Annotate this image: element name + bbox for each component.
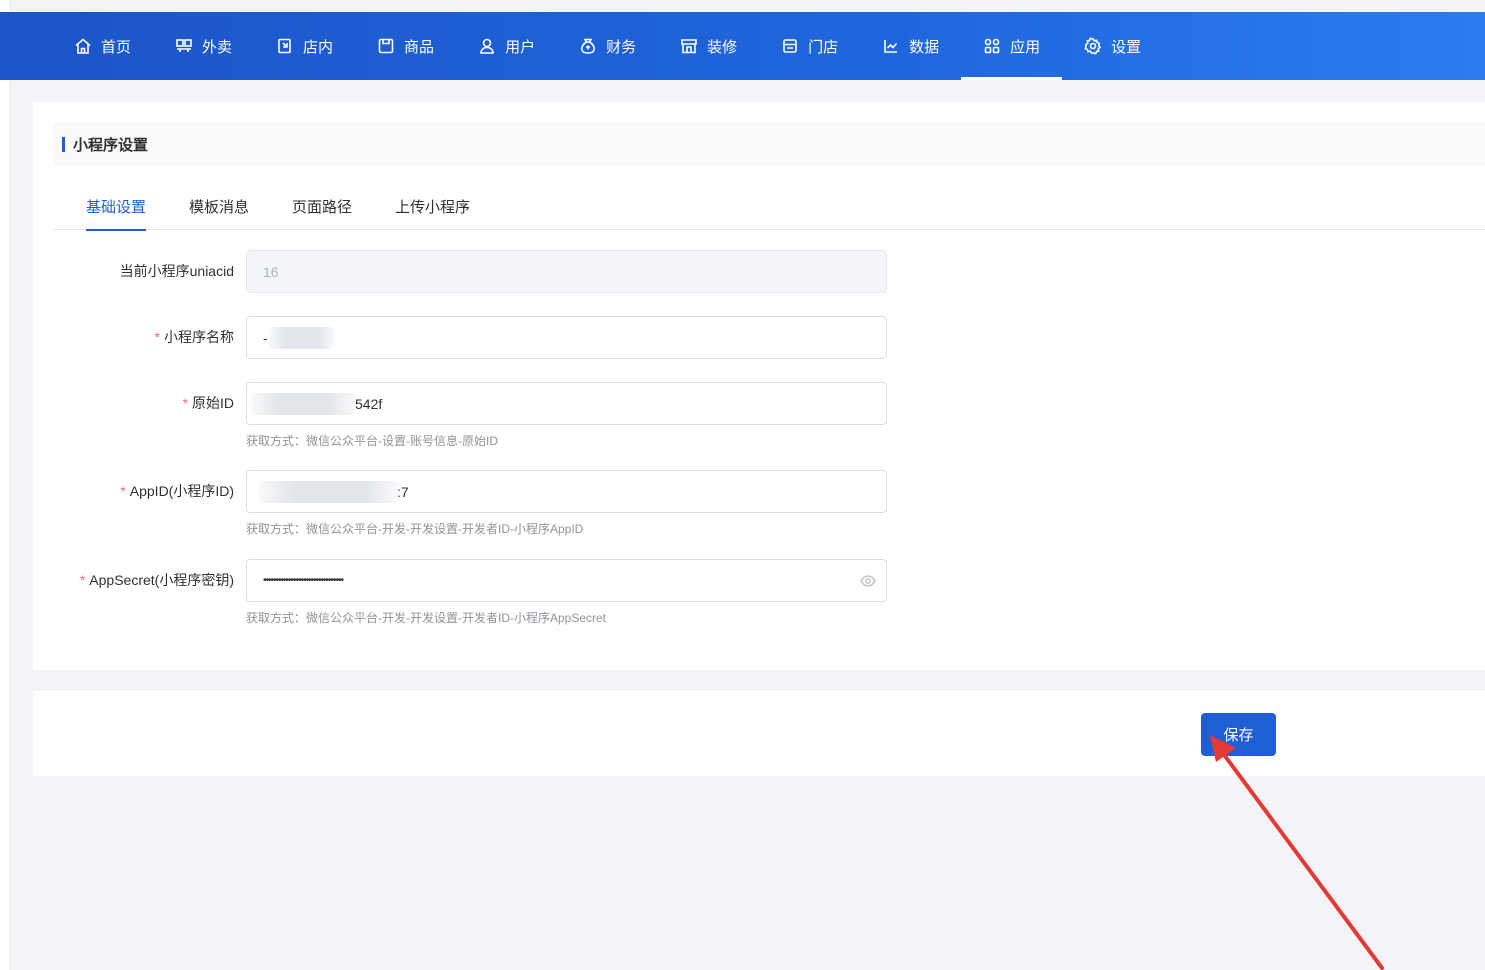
delivery-icon — [175, 37, 193, 55]
tab-template-messages[interactable]: 模板消息 — [189, 186, 249, 230]
nav-label: 店内 — [303, 38, 334, 56]
appid-help: 获取方式：微信公众平台-开发-开发设置-开发者ID-小程序AppID — [246, 522, 584, 536]
nav-item-dine-in[interactable]: 店内 — [254, 12, 355, 80]
nav-item-delivery[interactable]: 外卖 — [153, 12, 254, 80]
tab-upload-miniprogram[interactable]: 上传小程序 — [395, 186, 470, 230]
nav-label: 外卖 — [202, 38, 233, 56]
nav-item-decoration[interactable]: 装修 — [658, 12, 759, 80]
user-icon — [478, 37, 496, 55]
top-nav-bar: 首页 外卖 店内 商品 用户 财务 装修 门店 数据 应用 设置 — [0, 12, 1485, 80]
nav-label: 门店 — [808, 38, 839, 56]
nav-label: 设置 — [1111, 38, 1142, 56]
dine-in-icon — [276, 37, 294, 55]
gear-icon — [1084, 37, 1102, 55]
nav-item-shop[interactable]: 门店 — [759, 12, 860, 80]
section-accent-bar — [62, 136, 65, 152]
tab-basic-settings[interactable]: 基础设置 — [86, 186, 147, 231]
uniacid-label: 当前小程序uniacid — [119, 263, 234, 279]
nav-item-apps[interactable]: 应用 — [961, 12, 1063, 80]
nav-label: 数据 — [909, 38, 940, 56]
nav-item-data[interactable]: 数据 — [860, 12, 961, 80]
nav-label: 用户 — [505, 38, 536, 56]
origin-id-input[interactable] — [355, 395, 870, 412]
nav-item-settings[interactable]: 设置 — [1062, 12, 1163, 80]
section-header: 小程序设置 — [53, 122, 1485, 166]
save-button[interactable]: 保存 — [1201, 713, 1276, 756]
nav-item-finance[interactable]: 财务 — [557, 12, 658, 80]
chart-line-icon — [882, 37, 900, 55]
redacted-mask — [269, 327, 335, 349]
appsecret-input[interactable] — [263, 575, 870, 586]
shop-icon — [781, 37, 799, 55]
appsecret-label: * AppSecret(小程序密钥) — [79, 572, 234, 588]
nav-item-goods[interactable]: 商品 — [355, 12, 456, 80]
apps-grid-icon — [983, 37, 1001, 55]
nav-label: 商品 — [404, 38, 435, 56]
nav-item-user[interactable]: 用户 — [456, 12, 557, 80]
home-icon — [74, 37, 92, 55]
appid-label: * AppID(小程序ID) — [120, 483, 234, 499]
tab-page-paths[interactable]: 页面路径 — [292, 186, 352, 230]
tab-bar: 基础设置 模板消息 页面路径 上传小程序 — [53, 186, 1485, 231]
footer-bar: 保存 — [33, 691, 1485, 776]
redacted-mask — [251, 393, 355, 415]
required-mark: * — [182, 395, 188, 411]
name-input[interactable] — [263, 329, 870, 346]
money-bag-icon — [579, 37, 597, 55]
required-mark: * — [120, 483, 126, 499]
uniacid-input — [263, 263, 870, 280]
appsecret-field[interactable] — [246, 559, 887, 602]
name-label: * 小程序名称 — [154, 329, 234, 345]
required-mark: * — [154, 329, 160, 345]
appid-field[interactable] — [246, 470, 887, 513]
redacted-mask — [259, 481, 399, 503]
origin-id-label: * 原始ID — [182, 395, 234, 411]
eye-icon[interactable] — [860, 573, 876, 589]
nav-label: 装修 — [707, 38, 738, 56]
uniacid-field — [246, 250, 887, 293]
goods-icon — [377, 37, 395, 55]
storefront-icon — [680, 37, 698, 55]
appid-input[interactable] — [397, 483, 870, 500]
section-title: 小程序设置 — [73, 136, 149, 154]
nav-label: 财务 — [606, 38, 637, 56]
name-field[interactable] — [246, 316, 887, 359]
origin-id-field[interactable] — [246, 382, 887, 425]
settings-card: 小程序设置 基础设置 模板消息 页面路径 上传小程序 当前小程序uniacid … — [33, 102, 1485, 670]
nav-label: 首页 — [101, 38, 132, 56]
appsecret-help: 获取方式：微信公众平台-开发-开发设置-开发者ID-小程序AppSecret — [246, 611, 607, 625]
nav-label: 应用 — [1010, 38, 1041, 56]
required-mark: * — [79, 572, 86, 588]
left-edge-panel — [0, 0, 11, 970]
origin-id-help: 获取方式：微信公众平台-设置-账号信息-原始ID — [246, 434, 498, 448]
nav-item-home[interactable]: 首页 — [52, 12, 153, 80]
